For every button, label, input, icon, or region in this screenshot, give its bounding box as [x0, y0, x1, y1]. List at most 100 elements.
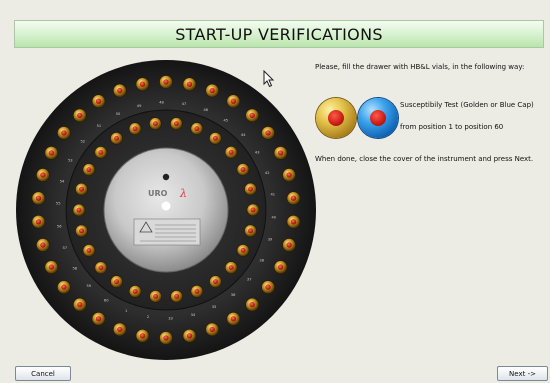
vial-cap	[77, 112, 83, 119]
position-label: 34	[191, 313, 196, 317]
center-pin	[162, 173, 170, 181]
position-label: 37	[247, 277, 252, 281]
vial-cap	[77, 301, 83, 308]
position-label: 51	[97, 124, 102, 128]
position-label: 33	[168, 316, 173, 320]
vial-cap	[79, 186, 84, 192]
position-label: 52	[81, 140, 86, 144]
vial-cap	[139, 81, 146, 87]
vial-cap	[163, 335, 169, 341]
position-label: 56	[57, 224, 62, 228]
vial-cap	[76, 207, 82, 213]
vial-cap	[153, 293, 159, 299]
position-label: 55	[56, 202, 61, 206]
position-label: 59	[87, 284, 92, 288]
vial-cap	[117, 326, 123, 333]
vial-cap	[40, 172, 46, 178]
position-label: 48	[159, 101, 164, 105]
vial-cap	[132, 126, 138, 132]
vial-cap	[194, 126, 200, 132]
position-label: 53	[68, 159, 73, 163]
position-label: 49	[137, 104, 142, 108]
position-label: 42	[265, 171, 270, 175]
position-label: 46	[204, 108, 209, 112]
position-label: 39	[268, 238, 273, 242]
position-label: 43	[255, 151, 260, 155]
vial-cap	[48, 150, 55, 156]
position-label: 58	[73, 266, 78, 270]
vial-cap	[173, 121, 179, 127]
vial-cap	[248, 228, 253, 234]
vial-cap	[209, 326, 215, 333]
position-label: 36	[231, 293, 236, 297]
vial-cap	[40, 242, 46, 248]
vial-cap	[209, 87, 215, 94]
vial-cap	[290, 195, 297, 201]
vial-cap	[249, 112, 255, 119]
vial-cap	[249, 301, 255, 308]
position-label: 44	[241, 133, 246, 137]
vial-cap	[230, 316, 237, 322]
position-label: 35	[212, 305, 217, 309]
vial-cap	[240, 167, 246, 172]
vial-cap	[35, 195, 42, 201]
vial-cap	[139, 333, 146, 339]
golden-cap-icon	[316, 98, 356, 138]
vial-cap	[228, 265, 234, 271]
logo-mark-icon: λ	[179, 187, 187, 200]
page-title-bar: START-UP VERIFICATIONS	[14, 20, 544, 48]
vial-cap	[132, 288, 138, 294]
position-label: 47	[182, 102, 187, 106]
completion-instruction: When done, close the cover of the instru…	[315, 155, 534, 163]
vial-cap	[290, 219, 297, 225]
blue-cap-icon	[358, 98, 398, 138]
next-button[interactable]: Next ->	[497, 366, 548, 381]
vial-cap	[286, 242, 292, 248]
vial-cap	[114, 135, 119, 141]
vial-cap	[265, 284, 271, 290]
vial-carousel: URO λ 1 2 33 34 35 36 37 38 39 40 41 42 43 44 45 46 47 48…	[16, 60, 316, 360]
fill-instruction: Please, fill the drawer with HB&L vials,…	[315, 63, 525, 71]
vial-cap	[61, 284, 67, 290]
position-label: 38	[259, 259, 264, 263]
vial-cap	[212, 135, 218, 141]
vial-cap	[98, 265, 104, 271]
vial-cap	[86, 167, 92, 173]
vial-cap	[277, 150, 284, 156]
position-label: 40	[272, 215, 277, 219]
position-label: 57	[63, 246, 68, 250]
position-label: 60	[104, 299, 109, 303]
vial-cap	[265, 130, 271, 136]
vial-cap	[240, 247, 246, 253]
vial-cap	[174, 293, 180, 299]
vial-cap	[79, 228, 84, 234]
test-type-label: Susceptibily Test (Golden or Blue Cap)	[400, 101, 534, 109]
vial-cap	[213, 279, 218, 285]
mouse-cursor-icon	[263, 70, 275, 88]
position-label: 50	[116, 112, 121, 116]
vial-cap	[95, 316, 102, 322]
carousel-logo: URO	[148, 189, 168, 198]
cancel-button[interactable]: Cancel	[15, 366, 71, 381]
vial-cap	[230, 98, 237, 104]
position-label: 54	[60, 180, 65, 184]
vial-cap	[186, 81, 193, 87]
position-label: 45	[224, 119, 229, 123]
vial-cap	[277, 264, 284, 270]
vial-cap	[117, 87, 123, 94]
vial-cap	[228, 149, 234, 155]
vial-cap	[163, 79, 169, 85]
vial-cap	[35, 219, 42, 225]
position-label: 41	[271, 193, 276, 197]
vial-cap	[186, 333, 193, 339]
vial-cap	[95, 98, 102, 104]
position-range-text: from position 1 to position 60	[400, 123, 504, 131]
vial-cap	[286, 172, 292, 178]
vial-cap	[152, 121, 158, 127]
vial-cap	[86, 248, 92, 253]
vial-cap	[194, 288, 200, 294]
vial-cap	[114, 279, 120, 285]
position-label: 2	[147, 315, 149, 319]
vial-cap	[98, 149, 104, 155]
center-light	[161, 201, 171, 211]
